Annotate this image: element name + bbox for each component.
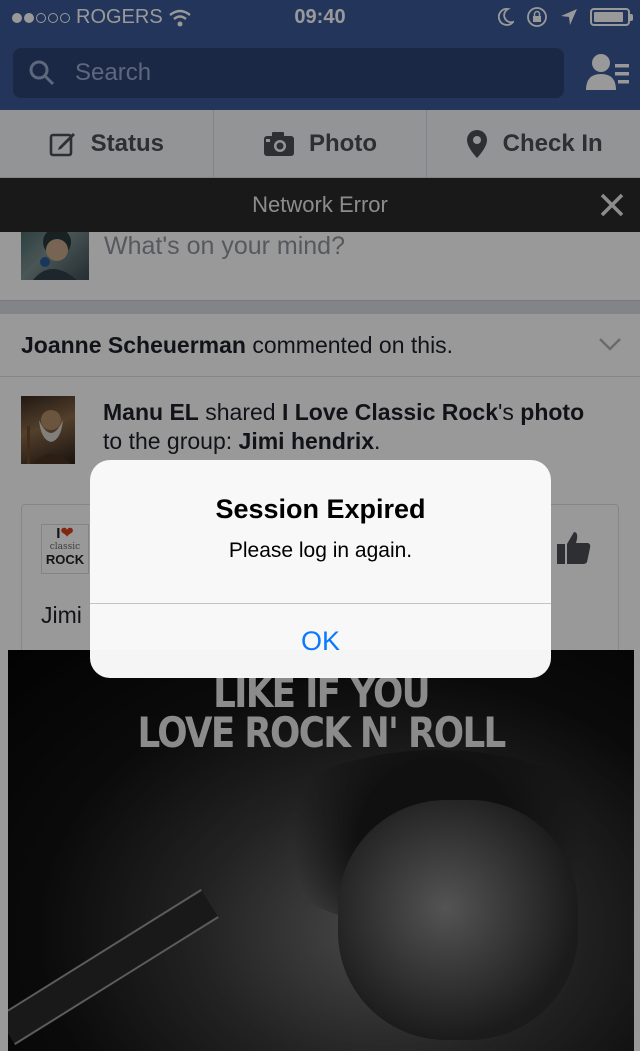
- session-expired-alert: Session Expired Please log in again. OK: [90, 460, 551, 678]
- ok-button[interactable]: OK: [90, 604, 551, 678]
- alert-title: Session Expired: [215, 494, 426, 524]
- alert-message: Please log in again.: [228, 539, 413, 562]
